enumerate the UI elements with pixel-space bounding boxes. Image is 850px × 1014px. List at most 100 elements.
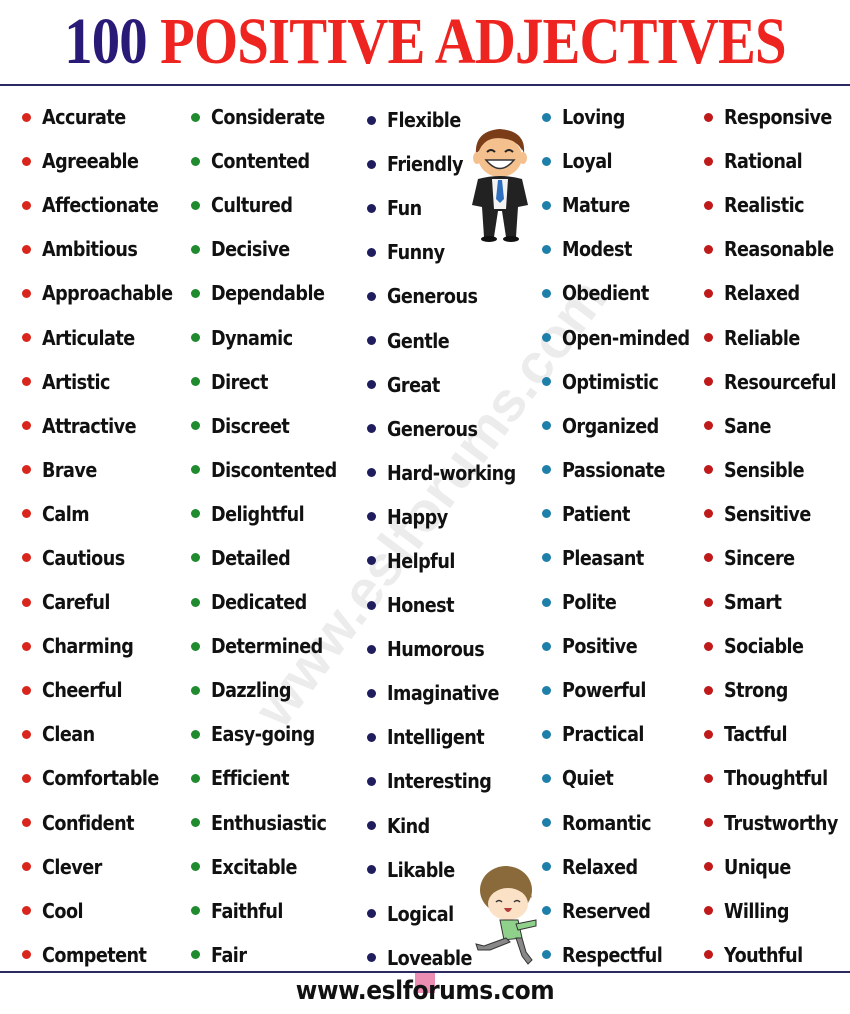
title-number: 100 (64, 5, 147, 78)
bullet-icon (704, 156, 713, 166)
adjective-word: Artistic (42, 369, 110, 394)
adjective-item: Cautious (22, 536, 190, 580)
adjective-word: Organized (562, 413, 659, 438)
adjective-word: Dynamic (211, 325, 293, 350)
adjective-word: Loveable (387, 945, 472, 970)
adjective-item: Detailed (191, 536, 354, 580)
adjective-word: Powerful (562, 678, 646, 703)
bullet-icon (542, 862, 551, 872)
adjective-item: Affectionate (22, 183, 190, 227)
adjective-item: Sensitive (704, 492, 850, 536)
adjective-item: Patient (542, 492, 707, 536)
adjective-word: Dazzling (211, 678, 291, 703)
bullet-icon (542, 553, 551, 563)
bullet-icon (542, 950, 551, 960)
bullet-icon (542, 509, 551, 519)
bullet-icon (367, 468, 376, 478)
bullet-icon (542, 333, 551, 343)
adjective-word: Careful (42, 590, 110, 615)
adjective-item: Rational (704, 139, 850, 183)
adjective-word: Loyal (562, 149, 613, 174)
adjective-item: Sincere (704, 536, 850, 580)
adjective-item: Ambitious (22, 227, 190, 271)
adjective-item: Comfortable (22, 756, 190, 800)
adjective-word: Responsive (724, 105, 832, 130)
adjective-word: Fair (211, 942, 247, 967)
adjective-item: Powerful (542, 668, 707, 712)
adjective-item: Resourceful (704, 360, 850, 404)
adjective-item: Sane (704, 404, 850, 448)
adjective-word: Approachable (42, 281, 173, 306)
adjective-word: Quiet (562, 766, 614, 791)
bullet-icon (367, 688, 376, 698)
adjective-word: Accurate (42, 105, 126, 130)
adjective-item: Practical (542, 712, 707, 756)
bullet-icon (542, 377, 551, 387)
adjective-item: Open-minded (542, 315, 707, 359)
adjective-item: Faithful (191, 889, 354, 933)
bullet-icon (22, 773, 31, 783)
adjective-item: Generous (367, 274, 533, 318)
adjective-item: Cool (22, 889, 190, 933)
bullet-icon (542, 906, 551, 916)
bullet-icon (367, 203, 376, 213)
adjective-word: Agreeable (42, 149, 139, 174)
adjective-item: Dependable (191, 271, 354, 315)
adjective-word: Clever (42, 854, 102, 879)
bullet-icon (367, 556, 376, 566)
adjective-item: Loving (542, 95, 707, 139)
adjective-word: Strong (724, 678, 788, 703)
adjective-word: Trustworthy (724, 810, 838, 835)
adjective-item: Excitable (191, 845, 354, 889)
adjective-word: Obedient (562, 281, 649, 306)
adjective-word: Friendly (387, 152, 463, 177)
bullet-icon (704, 421, 713, 431)
bullet-icon (191, 729, 200, 739)
adjective-word: Discontented (211, 457, 337, 482)
adjective-item: Reasonable (704, 227, 850, 271)
adjective-item: Accurate (22, 95, 190, 139)
smiling-businessman-illustration (472, 129, 528, 242)
adjective-word: Sane (724, 413, 771, 438)
adjective-item: Dedicated (191, 580, 354, 624)
bullet-icon (542, 288, 551, 298)
bullet-icon (704, 244, 713, 254)
adjective-word: Smart (724, 590, 782, 615)
bullet-icon (191, 288, 200, 298)
adjective-word: Comfortable (42, 766, 159, 791)
bullet-icon (704, 906, 713, 916)
adjective-word: Affectionate (42, 193, 159, 218)
bullet-icon (542, 729, 551, 739)
adjective-item: Careful (22, 580, 190, 624)
adjective-word: Cautious (42, 545, 125, 570)
adjective-word: Sincere (724, 545, 795, 570)
bullet-icon (367, 644, 376, 654)
adjective-column-2: Considerate Contented Cultured Decisive Depe… (191, 95, 354, 977)
adjective-word: Honest (387, 593, 455, 618)
bullet-icon (542, 200, 551, 210)
adjective-item: Artistic (22, 360, 190, 404)
adjective-word: Modest (562, 237, 632, 262)
adjective-word: Decisive (211, 237, 290, 262)
adjective-item: Clean (22, 712, 190, 756)
bullet-icon (367, 776, 376, 786)
bullet-icon (22, 112, 31, 122)
bullet-icon (542, 244, 551, 254)
bullet-icon (22, 421, 31, 431)
adjective-item: Willing (704, 889, 850, 933)
adjective-word: Flexible (387, 108, 461, 133)
bullet-icon (367, 865, 376, 875)
adjective-word: Reasonable (724, 237, 834, 262)
adjective-item: Obedient (542, 271, 707, 315)
bullet-icon (22, 553, 31, 563)
adjective-word: Pleasant (562, 545, 644, 570)
adjective-item: Reserved (542, 889, 707, 933)
adjective-item: Delightful (191, 492, 354, 536)
running-boy-illustration (475, 866, 537, 965)
bullet-icon (704, 509, 713, 519)
bullet-icon (367, 247, 376, 257)
adjective-item: Loyal (542, 139, 707, 183)
bullet-icon (542, 685, 551, 695)
bullet-icon (704, 773, 713, 783)
adjective-word: Sociable (724, 634, 804, 659)
